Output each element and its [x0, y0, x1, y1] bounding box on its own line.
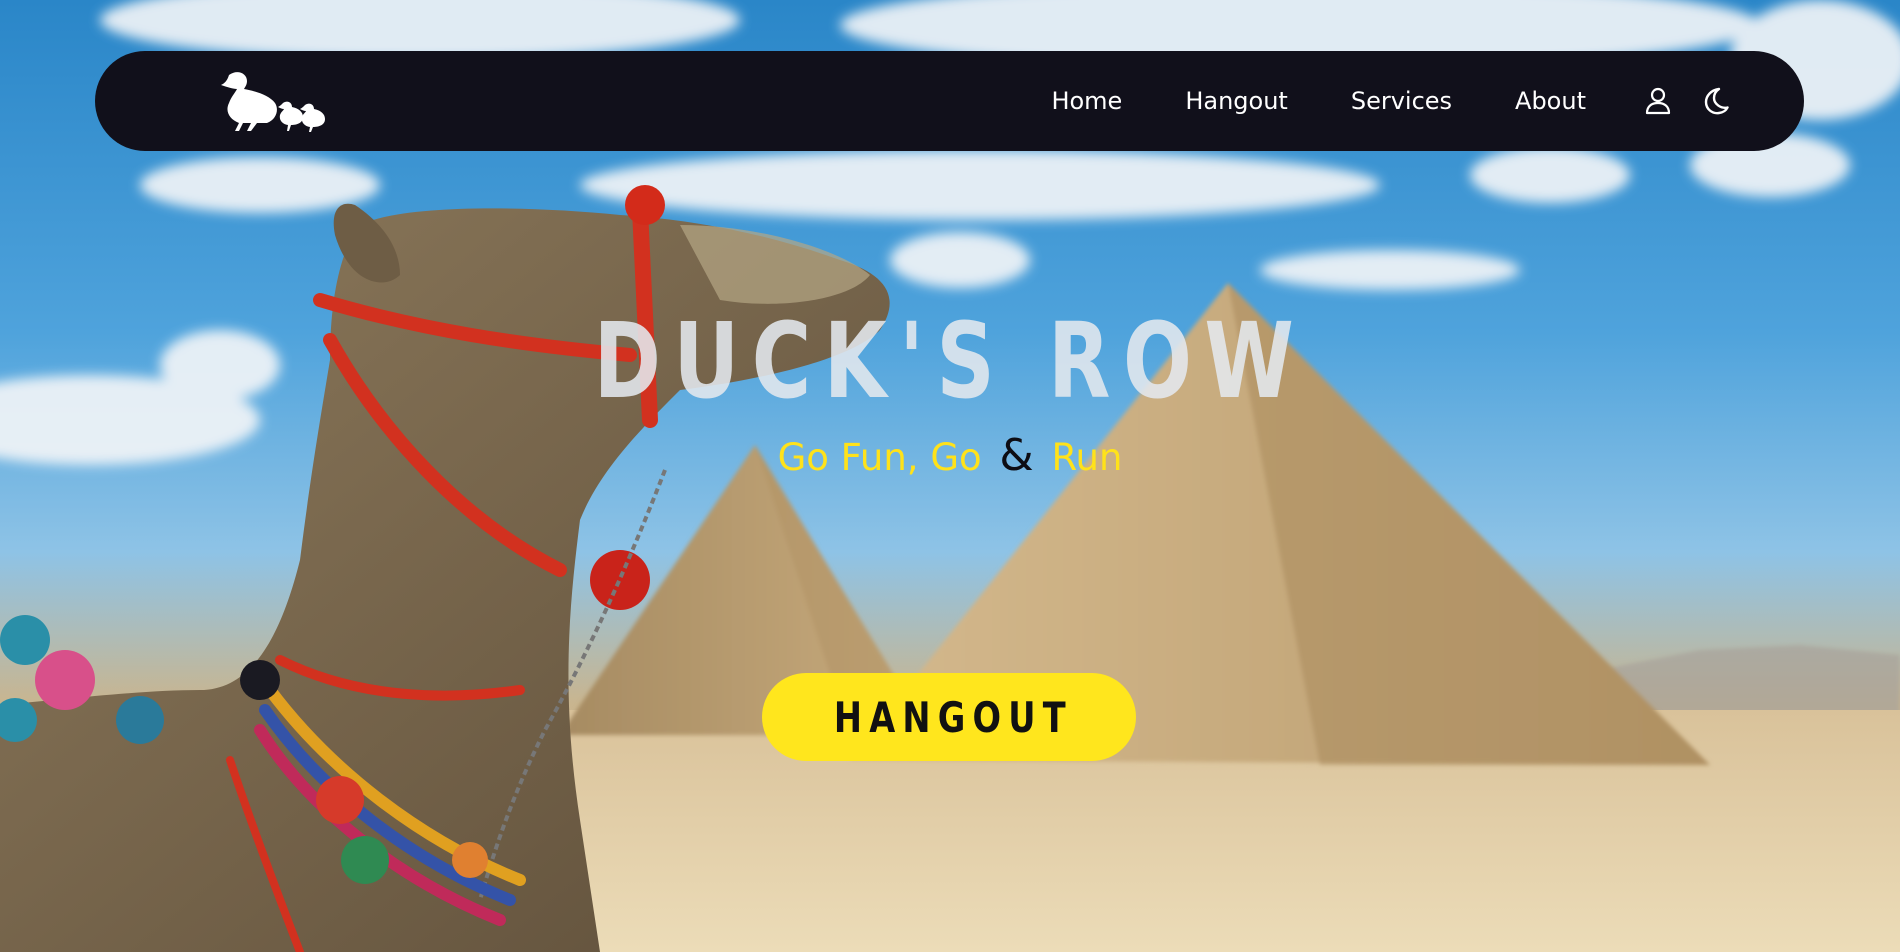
tagline-ampersand: &	[999, 430, 1034, 481]
hero-tagline: Go Fun, Go & Run	[0, 430, 1900, 481]
nav-link-about[interactable]: About	[1515, 87, 1586, 115]
navbar: Home Hangout Services About	[95, 51, 1804, 151]
tagline-part-2: Run	[1051, 436, 1123, 479]
hero-title: DUCK'S ROW	[593, 300, 1307, 422]
moon-icon[interactable]	[1699, 85, 1731, 117]
hangout-cta-button[interactable]: HANGOUT	[762, 673, 1136, 761]
nav-link-services[interactable]: Services	[1351, 87, 1452, 115]
nav-link-hangout[interactable]: Hangout	[1185, 87, 1288, 115]
hangout-cta-label: HANGOUT	[834, 692, 1073, 742]
nav-link-home[interactable]: Home	[1051, 87, 1122, 115]
nav-links: Home Hangout Services About	[1051, 51, 1586, 151]
duck-logo[interactable]	[217, 67, 327, 133]
tagline-part-1: Go Fun, Go	[777, 436, 982, 479]
hero-section: Home Hangout Services About DUCK'S ROW G…	[0, 0, 1900, 952]
user-icon[interactable]	[1642, 85, 1674, 117]
